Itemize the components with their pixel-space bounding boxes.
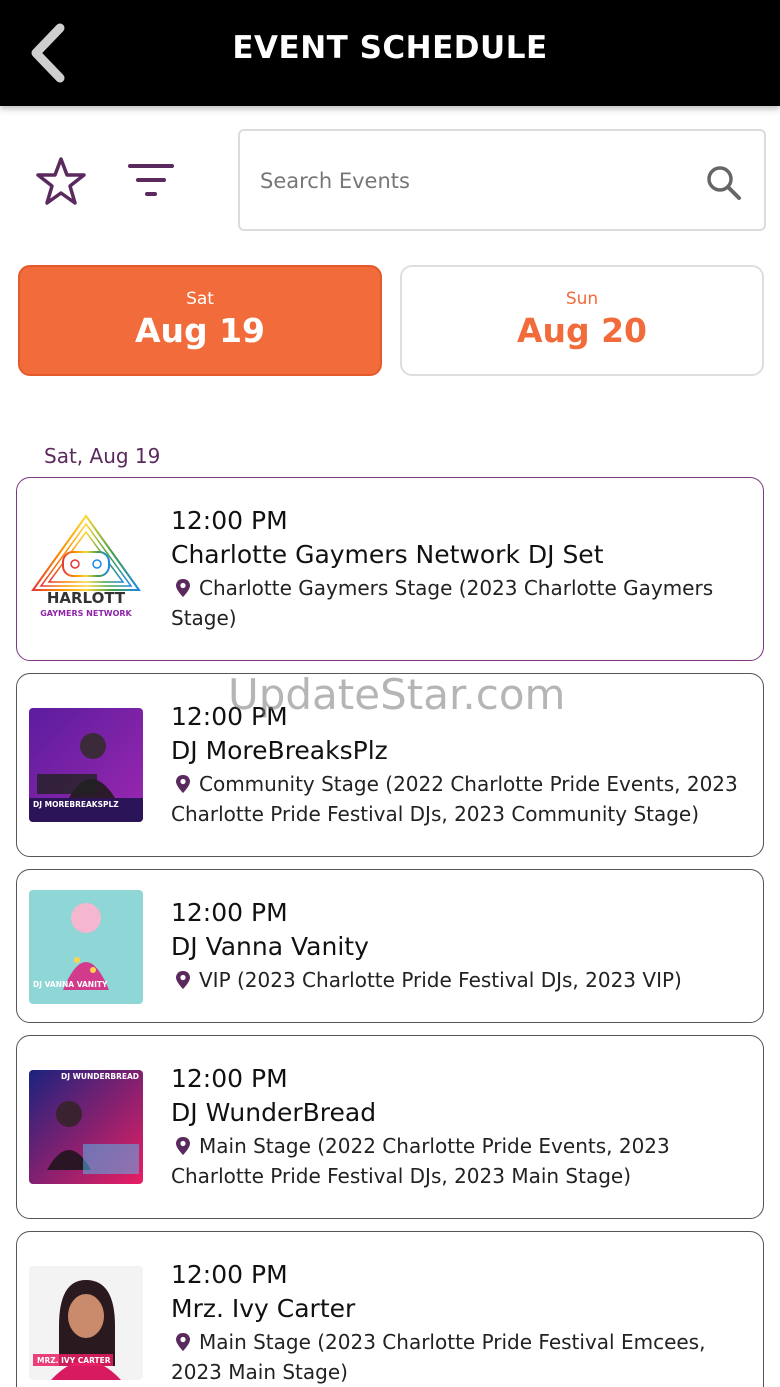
event-location-text: VIP (2023 Charlotte Pride Festival DJs, … [199, 968, 682, 992]
event-thumbnail: HARLOTT GAYMERS NETWORK [29, 512, 143, 626]
filter-icon [128, 164, 174, 196]
event-location: Main Stage (2023 Charlotte Pride Festiva… [171, 1327, 747, 1387]
event-thumbnail: DJ WUNDERBREAD [29, 1070, 143, 1184]
gaymers-logo: HARLOTT GAYMERS NETWORK [29, 512, 143, 626]
dj-photo: DJ MOREBREAKSPLZ [29, 708, 143, 822]
location-pin-icon [176, 579, 190, 597]
date-tab-sun[interactable]: Sun Aug 20 [400, 265, 764, 376]
svg-text:GAYMERS NETWORK: GAYMERS NETWORK [40, 609, 132, 618]
date-tab-sat[interactable]: Sat Aug 19 [18, 265, 382, 376]
location-pin-icon [176, 775, 190, 793]
event-name: DJ MoreBreaksPlz [171, 736, 388, 765]
event-name: DJ WunderBread [171, 1098, 377, 1127]
event-card[interactable]: MRZ. IVY CARTER 12:00 PM Mrz. Ivy Carter… [16, 1231, 764, 1387]
search-input[interactable] [260, 159, 680, 203]
svg-text:HARLOTT: HARLOTT [47, 589, 126, 607]
event-time: 12:00 PM [171, 506, 288, 535]
event-name: Mrz. Ivy Carter [171, 1294, 356, 1323]
svg-text:DJ VANNA VANITY: DJ VANNA VANITY [33, 980, 108, 989]
search-icon[interactable] [704, 163, 744, 203]
event-thumbnail: DJ MOREBREAKSPLZ [29, 708, 143, 822]
event-card[interactable]: DJ WUNDERBREAD 12:00 PM DJ WunderBread M… [16, 1035, 764, 1219]
day-section-label: Sat, Aug 19 [44, 444, 161, 468]
event-location-text: Charlotte Gaymers Stage (2023 Charlotte … [171, 576, 714, 630]
date-tab-dow: Sun [565, 289, 599, 309]
event-card[interactable]: DJ VANNA VANITY 12:00 PM DJ Vanna Vanity… [16, 869, 764, 1023]
event-time: 12:00 PM [171, 1260, 288, 1289]
page-title: EVENT SCHEDULE [232, 30, 548, 66]
event-location-text: Community Stage (2022 Charlotte Pride Ev… [171, 772, 738, 826]
event-time: 12:00 PM [171, 898, 288, 927]
date-tab-day: Aug 19 [134, 311, 266, 350]
location-pin-icon [176, 1137, 190, 1155]
date-tab-dow: Sat [186, 289, 214, 309]
event-location-text: Main Stage (2023 Charlotte Pride Festiva… [171, 1330, 706, 1384]
search-box [238, 129, 766, 231]
event-location-text: Main Stage (2022 Charlotte Pride Events,… [171, 1134, 670, 1188]
event-thumbnail: DJ VANNA VANITY [29, 890, 143, 1004]
star-icon [36, 157, 86, 205]
event-location: Charlotte Gaymers Stage (2023 Charlotte … [171, 573, 747, 633]
event-name: Charlotte Gaymers Network DJ Set [171, 540, 604, 569]
favorites-button[interactable] [34, 155, 88, 207]
top-bar: EVENT SCHEDULE [0, 0, 780, 106]
svg-text:DJ WUNDERBREAD: DJ WUNDERBREAD [61, 1072, 139, 1081]
svg-text:DJ MOREBREAKSPLZ: DJ MOREBREAKSPLZ [33, 800, 119, 809]
event-name: DJ Vanna Vanity [171, 932, 369, 961]
location-pin-icon [176, 1333, 190, 1351]
filter-button[interactable] [124, 158, 180, 202]
event-time: 12:00 PM [171, 702, 288, 731]
location-pin-icon [176, 971, 190, 989]
event-location: VIP (2023 Charlotte Pride Festival DJs, … [171, 965, 747, 995]
dj-photo: DJ WUNDERBREAD [29, 1070, 143, 1184]
event-time: 12:00 PM [171, 1064, 288, 1093]
svg-text:MRZ. IVY CARTER: MRZ. IVY CARTER [37, 1356, 111, 1365]
event-location: Main Stage (2022 Charlotte Pride Events,… [171, 1131, 747, 1191]
dj-photo: DJ VANNA VANITY [29, 890, 143, 1004]
event-card[interactable]: HARLOTT GAYMERS NETWORK 12:00 PM Charlot… [16, 477, 764, 661]
event-thumbnail: MRZ. IVY CARTER [29, 1266, 143, 1380]
event-location: Community Stage (2022 Charlotte Pride Ev… [171, 769, 747, 829]
host-photo: MRZ. IVY CARTER [29, 1266, 143, 1380]
event-card[interactable]: DJ MOREBREAKSPLZ 12:00 PM DJ MoreBreaksP… [16, 673, 764, 857]
date-tab-day: Aug 20 [516, 311, 648, 350]
